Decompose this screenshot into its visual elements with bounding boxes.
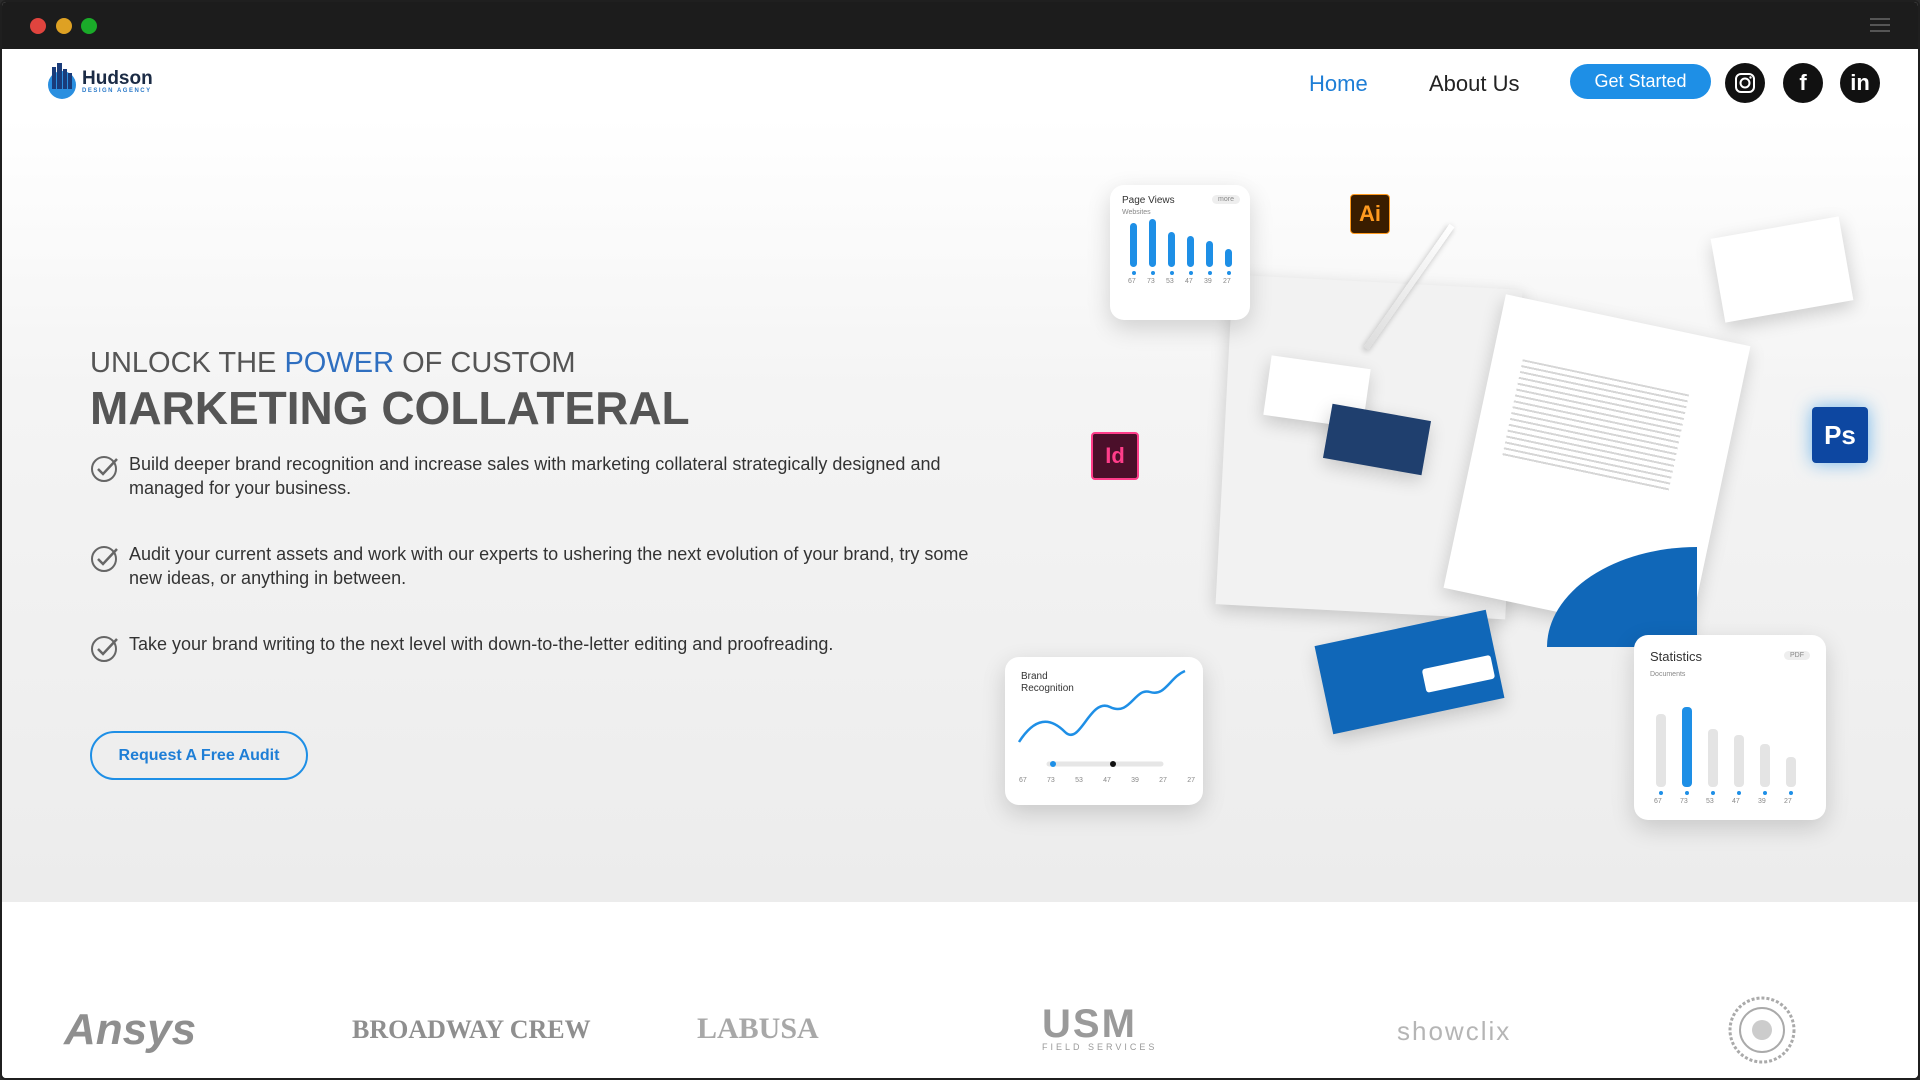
statistics-title: Statistics (1650, 649, 1703, 664)
client-logo-badge (1728, 996, 1796, 1064)
nav-home-link[interactable]: Home (1309, 71, 1368, 97)
request-audit-button[interactable]: Request A Free Audit (90, 731, 308, 780)
page-views-chart: 67 73 53 47 39 27 (1128, 219, 1240, 285)
logo-mark-icon (48, 63, 76, 99)
client-logo-showclix: showclix (1397, 1016, 1512, 1046)
chart-dot (1789, 791, 1793, 795)
chart-tick-label: 39 (1204, 278, 1212, 285)
chart-tick-label: 27 (1223, 278, 1231, 285)
chart-dot (1226, 271, 1231, 275)
check-icon (91, 636, 118, 662)
statistics-chart: 67 73 53 47 39 27 (1654, 695, 1806, 805)
brand-recognition-card: Brand Recognition 67 73 53 47 39 27 27 (1005, 657, 1203, 805)
client-logos: Ansys BROADWAY CREW LABUSA USM FIELD SER… (2, 902, 1918, 1078)
instagram-icon[interactable] (1725, 63, 1765, 103)
minimize-window-button[interactable] (56, 18, 72, 34)
benefit-text: Audit your current assets and work with … (129, 544, 969, 588)
logo-tagline: DESIGN AGENCY (82, 87, 152, 94)
indesign-icon: Id (1091, 432, 1139, 480)
statistics-card: Statistics PDF Documents 67 73 53 47 39 27 (1634, 635, 1826, 820)
client-logo-usm: USM (1042, 1002, 1137, 1046)
photoshop-icon: Ps (1812, 407, 1868, 463)
check-icon (91, 456, 118, 482)
benefit-item: Build deeper brand recognition and incre… (90, 452, 990, 500)
chart-tick-label: 47 (1732, 798, 1740, 805)
chart-dot (1763, 791, 1767, 795)
chart-dot (1169, 271, 1174, 275)
hero-kicker: UNLOCK THE POWER OF CUSTOM (90, 347, 576, 379)
check-icon (91, 546, 118, 572)
chart-bar (1130, 223, 1137, 267)
envelope-blue (1314, 609, 1505, 735)
hudson-logo[interactable]: Hudson DESIGN AGENCY (46, 61, 153, 101)
hero-title: MARKETING COLLATERAL (90, 382, 690, 434)
chart-tick-label: 73 (1680, 798, 1688, 805)
chart-dot (1737, 791, 1741, 795)
linkedin-icon[interactable]: in (1840, 63, 1880, 103)
chart-bar (1708, 729, 1718, 787)
chart-tick-label: 47 (1185, 278, 1193, 285)
chart-dot (1711, 791, 1715, 795)
chart-bar (1149, 219, 1156, 267)
hero-kicker-accent: POWER (284, 347, 395, 379)
chart-bar (1760, 744, 1770, 787)
get-started-button[interactable]: Get Started (1570, 64, 1711, 99)
benefit-item: Audit your current assets and work with … (90, 542, 990, 590)
chart-tick-label: 53 (1706, 798, 1714, 805)
chart-dot (1207, 271, 1212, 275)
chart-dot (1150, 271, 1155, 275)
page-views-card: Page Views more Websites 67 73 53 47 39 27 (1110, 185, 1250, 320)
brand-recognition-ticks: 67 73 53 47 39 27 27 (1019, 777, 1195, 784)
chart-tick-label: 53 (1166, 278, 1174, 285)
chart-bar (1206, 241, 1213, 267)
chart-dot (1188, 271, 1193, 275)
facebook-icon[interactable]: f (1783, 63, 1823, 103)
client-logo-labusa: LABUSA (697, 1012, 819, 1045)
benefit-item: Take your brand writing to the next leve… (90, 632, 990, 664)
chart-dot (1131, 271, 1136, 275)
chart-bar (1734, 735, 1744, 787)
chart-tick-label: 67 (1128, 278, 1136, 285)
chart-tick-label: 27 (1784, 798, 1792, 805)
client-logo-usm-subtitle: FIELD SERVICES (1042, 1042, 1158, 1052)
statistics-subtitle: Documents (1650, 671, 1686, 678)
page-views-subtitle: Websites (1122, 209, 1151, 216)
nav-about-link[interactable]: About Us (1429, 71, 1520, 97)
illustrator-icon: Ai (1350, 194, 1390, 234)
chart-bar (1656, 714, 1666, 787)
chart-bar (1168, 232, 1175, 267)
logo-name: Hudson (82, 67, 153, 89)
chart-bar (1187, 236, 1194, 267)
chart-tick-label: 73 (1147, 278, 1155, 285)
notepad (1710, 216, 1854, 323)
chart-tick-label: 67 (1654, 798, 1662, 805)
statistics-tag: PDF (1784, 651, 1810, 660)
client-logo-broadway-crew: BROADWAY CREW (352, 1015, 591, 1044)
chart-bar (1786, 757, 1796, 787)
hero-section: UNLOCK THE POWER OF CUSTOM MARKETING COL… (2, 117, 1918, 902)
close-window-button[interactable] (30, 18, 46, 34)
chart-dot (1659, 791, 1663, 795)
chart-tick-label: 39 (1758, 798, 1766, 805)
maximize-window-button[interactable] (81, 18, 97, 34)
page-views-title: Page Views (1122, 195, 1175, 206)
chart-dot (1685, 791, 1689, 795)
chart-bar (1225, 249, 1232, 267)
benefit-text: Take your brand writing to the next leve… (129, 634, 834, 654)
hamburger-icon[interactable] (1870, 18, 1890, 32)
client-logo-ansys: Ansys (64, 1005, 197, 1054)
title-bar (2, 2, 1918, 49)
browser-window: Hudson DESIGN AGENCY Home About Us Get S… (0, 0, 1920, 1080)
benefit-text: Build deeper brand recognition and incre… (129, 454, 941, 498)
site-header: Hudson DESIGN AGENCY Home About Us Get S… (2, 49, 1918, 117)
chart-bar (1682, 707, 1692, 787)
page-views-tag: more (1212, 195, 1240, 204)
